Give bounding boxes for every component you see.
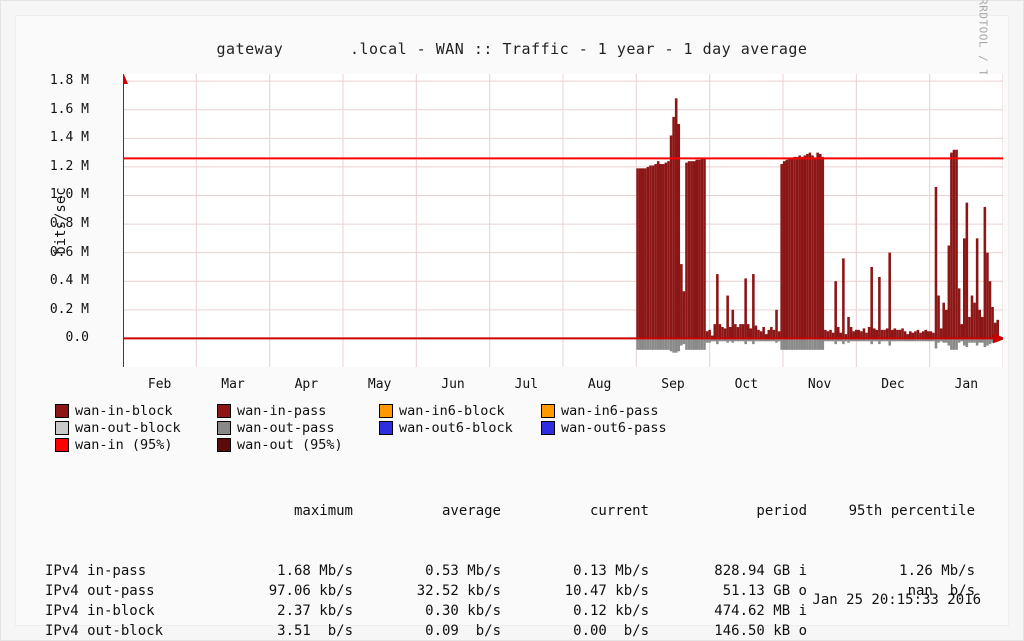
legend-label: wan-in6-pass xyxy=(561,403,659,419)
x-tick-label: Dec xyxy=(873,377,913,392)
legend-label: wan-out6-pass xyxy=(561,420,667,436)
timestamp: Jan 25 20:15:33 2016 xyxy=(812,592,981,608)
stats-cell-cur: 0.12 kb/s xyxy=(501,601,649,621)
legend-label: wan-in-block xyxy=(75,403,173,419)
y-tick-label: 0.6 M xyxy=(31,246,89,259)
y-tick-label: 0.4 M xyxy=(31,274,89,287)
stats-row: IPv4 in-pass1.68 Mb/s0.53 Mb/s0.13 Mb/s8… xyxy=(45,561,1005,581)
stats-cell-cur: 0.00 b/s xyxy=(501,621,649,641)
x-tick-label: Jan xyxy=(946,377,986,392)
stats-header-row: maximum average current period 95th perc… xyxy=(45,501,1005,521)
stats-cell-period: 474.62 MB i xyxy=(649,601,807,621)
x-tick-label: Jun xyxy=(433,377,473,392)
stats-cell-period: 51.13 GB o xyxy=(649,581,807,601)
x-tick-label: Feb xyxy=(140,377,180,392)
chart-title: gateway .local - WAN :: Traffic - 1 year… xyxy=(15,40,1009,58)
stats-header-name xyxy=(45,501,205,521)
stats-cell-pctl: 1.26 Mb/s xyxy=(807,561,975,581)
bars-in xyxy=(636,98,999,338)
y-tick-label: 1.6 M xyxy=(31,103,89,116)
legend-swatch-icon xyxy=(217,438,231,452)
legend-swatch-icon xyxy=(55,438,69,452)
y-axis-arrow-icon xyxy=(123,74,128,84)
x-tick-label: Apr xyxy=(286,377,326,392)
x-tick-label: Aug xyxy=(580,377,620,392)
stats-cell-cur: 0.13 Mb/s xyxy=(501,561,649,581)
legend-item: wan-in6-pass xyxy=(541,403,691,419)
legend-item: wan-out-block xyxy=(55,420,205,436)
legend-label: wan-out-block xyxy=(75,420,181,436)
y-tick-label: 1.0 M xyxy=(31,188,89,201)
plot-area xyxy=(123,74,1003,367)
stats-row: IPv4 out-block3.51 b/s0.09 b/s0.00 b/s14… xyxy=(45,621,1005,641)
stats-cell-name: IPv4 out-pass xyxy=(45,581,205,601)
y-tick-label: 1.4 M xyxy=(31,131,89,144)
stats-cell-period: 828.94 GB i xyxy=(649,561,807,581)
stats-cell-avg: 0.53 Mb/s xyxy=(353,561,501,581)
bars-out xyxy=(636,338,999,352)
x-tick-label: Jul xyxy=(506,377,546,392)
image-frame: gateway .local - WAN :: Traffic - 1 year… xyxy=(0,0,1024,641)
legend-item: wan-in (95%) xyxy=(55,437,205,453)
legend-row: wan-out-block wan-out-pass wan-out6-block w… xyxy=(55,420,975,436)
stats-cell-pctl xyxy=(807,621,975,641)
legend-item: wan-out6-pass xyxy=(541,420,691,436)
stats-header-cur: current xyxy=(501,501,649,521)
legend-item: wan-out-pass xyxy=(217,420,367,436)
y-tick-label: 0.8 M xyxy=(31,217,89,230)
stats-cell-max: 3.51 b/s xyxy=(205,621,353,641)
x-tick-label: Sep xyxy=(653,377,693,392)
stats-cell-name: IPv4 in-pass xyxy=(45,561,205,581)
legend-label: wan-out (95%) xyxy=(237,437,343,453)
y-tick-label: 0.2 M xyxy=(31,303,89,316)
legend-item: wan-in6-block xyxy=(379,403,529,419)
legend-swatch-icon xyxy=(55,421,69,435)
legend: wan-in-blockwan-in-passwan-in6-blockwan-… xyxy=(55,403,975,454)
stats-cell-name: IPv4 in-block xyxy=(45,601,205,621)
stats-cell-max: 97.06 kb/s xyxy=(205,581,353,601)
legend-item: wan-out6-block xyxy=(379,420,529,436)
stats-header-avg: average xyxy=(353,501,501,521)
rrd-panel: gateway .local - WAN :: Traffic - 1 year… xyxy=(15,15,1009,626)
chart-svg xyxy=(123,74,1003,367)
legend-swatch-icon xyxy=(55,404,69,418)
legend-swatch-icon xyxy=(541,404,555,418)
stats-header-max: maximum xyxy=(205,501,353,521)
stats-cell-max: 2.37 kb/s xyxy=(205,601,353,621)
legend-row: wan-in-block wan-in-pass wan-in6-block wan-… xyxy=(55,403,975,419)
stats-cell-cur: 10.47 kb/s xyxy=(501,581,649,601)
legend-label: wan-in (95%) xyxy=(75,437,173,453)
legend-label: wan-in-pass xyxy=(237,403,326,419)
legend-item: wan-in-block xyxy=(55,403,205,419)
legend-item: wan-out (95%) xyxy=(217,437,367,453)
legend-label: wan-out6-block xyxy=(399,420,513,436)
x-tick-label: May xyxy=(360,377,400,392)
legend-swatch-icon xyxy=(217,421,231,435)
x-tick-label: Nov xyxy=(800,377,840,392)
legend-row: wan-in (95%) wan-out (95%) xyxy=(55,437,975,453)
stats-header-period: period xyxy=(649,501,807,521)
stats-cell-max: 1.68 Mb/s xyxy=(205,561,353,581)
stats-cell-avg: 0.30 kb/s xyxy=(353,601,501,621)
legend-swatch-icon xyxy=(541,421,555,435)
stats-header-pctl: 95th percentile xyxy=(807,501,975,521)
legend-label: wan-in6-block xyxy=(399,403,505,419)
stats-cell-avg: 0.09 b/s xyxy=(353,621,501,641)
x-tick-label: Oct xyxy=(726,377,766,392)
legend-item: wan-in-pass xyxy=(217,403,367,419)
stats-table: maximum average current period 95th perc… xyxy=(45,461,1005,641)
legend-swatch-icon xyxy=(379,421,393,435)
stats-cell-avg: 32.52 kb/s xyxy=(353,581,501,601)
legend-label: wan-out-pass xyxy=(237,420,335,436)
y-tick-label: 0.0 xyxy=(31,331,89,344)
legend-swatch-icon xyxy=(217,404,231,418)
stats-cell-name: IPv4 out-block xyxy=(45,621,205,641)
stats-cell-period: 146.50 kB o xyxy=(649,621,807,641)
y-tick-label: 1.8 M xyxy=(31,74,89,87)
x-tick-label: Mar xyxy=(213,377,253,392)
y-tick-label: 1.2 M xyxy=(31,160,89,173)
legend-swatch-icon xyxy=(379,404,393,418)
